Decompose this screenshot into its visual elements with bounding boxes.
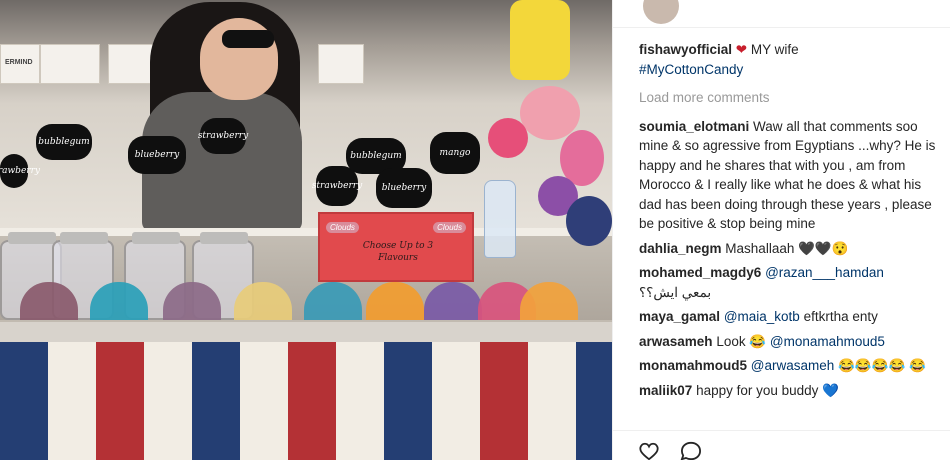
heart-emoji: ❤ bbox=[735, 42, 748, 57]
comment-text: Waw all that comments soo mine & so agre… bbox=[639, 118, 936, 232]
flavour-sign: Strawberry bbox=[0, 154, 40, 188]
comments-panel: fishawyofficial ❤ MY wife #MyCottonCandy… bbox=[612, 0, 950, 460]
flavour-sign: blueberry bbox=[376, 168, 432, 208]
sunglasses bbox=[222, 30, 274, 48]
comment-text: happy for you buddy 💙 bbox=[696, 382, 839, 398]
comment-text: eftkrtha enty bbox=[803, 309, 878, 324]
mall-sign bbox=[40, 44, 100, 84]
flavour-sign: mango bbox=[430, 132, 480, 174]
counter bbox=[0, 320, 612, 342]
comment-username[interactable]: soumia_elotmani bbox=[639, 119, 749, 134]
flavour-sign: blueberry bbox=[128, 136, 186, 174]
caption-username[interactable]: fishawyofficial bbox=[639, 42, 732, 57]
mall-sign-left: ERMIND bbox=[0, 44, 40, 84]
post-header bbox=[613, 0, 950, 28]
spongebob-balloon bbox=[510, 0, 570, 80]
comment-username[interactable]: maya_gamal bbox=[639, 309, 720, 324]
comment-username[interactable]: monamahmoud5 bbox=[639, 358, 747, 373]
caption: fishawyofficial ❤ MY wife #MyCottonCandy bbox=[639, 40, 945, 79]
speech-bubble-icon[interactable] bbox=[680, 441, 702, 460]
comment-username[interactable]: arwasameh bbox=[639, 334, 713, 349]
flavour-sign: bubblegum bbox=[36, 124, 92, 160]
comment-username[interactable]: mohamed_magdy6 bbox=[639, 265, 761, 280]
caption-text: MY wife bbox=[750, 42, 799, 57]
mall-sign bbox=[318, 44, 364, 84]
comment-username[interactable]: dahlia_negm bbox=[639, 241, 722, 256]
comment-mention[interactable]: @arwasameh bbox=[751, 358, 835, 373]
flavour-sign: strawberry bbox=[198, 118, 248, 154]
comment-item: mohamed_magdy6 @razan___hamdan بمعي ايش؟… bbox=[639, 263, 945, 302]
booth-stripes bbox=[0, 342, 612, 460]
comment-mention[interactable]: @maia_kotb bbox=[724, 309, 800, 324]
action-bar bbox=[612, 430, 950, 460]
comment-list: fishawyofficial ❤ MY wife #MyCottonCandy… bbox=[639, 40, 945, 416]
comment-item: maya_gamal @maia_kotb eftkrtha enty bbox=[639, 307, 945, 327]
flavour-sign: strawberry bbox=[312, 166, 362, 206]
hashtag-link[interactable]: #MyCottonCandy bbox=[639, 62, 743, 77]
heart-outline-icon[interactable] bbox=[638, 441, 660, 460]
comment-mention[interactable]: @razan___hamdan bbox=[765, 265, 884, 280]
balloon bbox=[520, 86, 580, 140]
comment-text: بمعي ايش؟؟ bbox=[639, 284, 712, 300]
comment-mention[interactable]: @monamahmoud5 bbox=[770, 334, 885, 349]
comment-item: monamahmoud5 @arwasameh 😂😂😂😂 😂 bbox=[639, 356, 945, 376]
post-photo[interactable]: ERMIND Strawberry bubblegum blueberry st… bbox=[0, 0, 612, 460]
comment-item: dahlia_negm Mashallaah 🖤🖤😯 bbox=[639, 239, 945, 259]
comment-item: maliik07 happy for you buddy 💙 bbox=[639, 381, 945, 401]
comment-username[interactable]: maliik07 bbox=[639, 383, 692, 398]
water-bottle bbox=[484, 180, 516, 258]
balloon bbox=[488, 118, 528, 158]
comment-item: soumia_elotmani Waw all that comments so… bbox=[639, 117, 945, 234]
load-more-comments-link[interactable]: Load more comments bbox=[639, 88, 945, 108]
comment-text: 😂😂😂😂 😂 bbox=[838, 358, 926, 373]
comment-text: Look 😂 bbox=[716, 333, 767, 349]
flavour-board: Clouds Clouds Choose Up to 3 Flavours bbox=[318, 212, 474, 282]
balloon bbox=[566, 196, 612, 246]
comment-item: arwasameh Look 😂 @monamahmoud5 bbox=[639, 332, 945, 352]
comment-text: Mashallaah 🖤🖤😯 bbox=[725, 240, 849, 256]
avatar[interactable] bbox=[643, 0, 679, 24]
